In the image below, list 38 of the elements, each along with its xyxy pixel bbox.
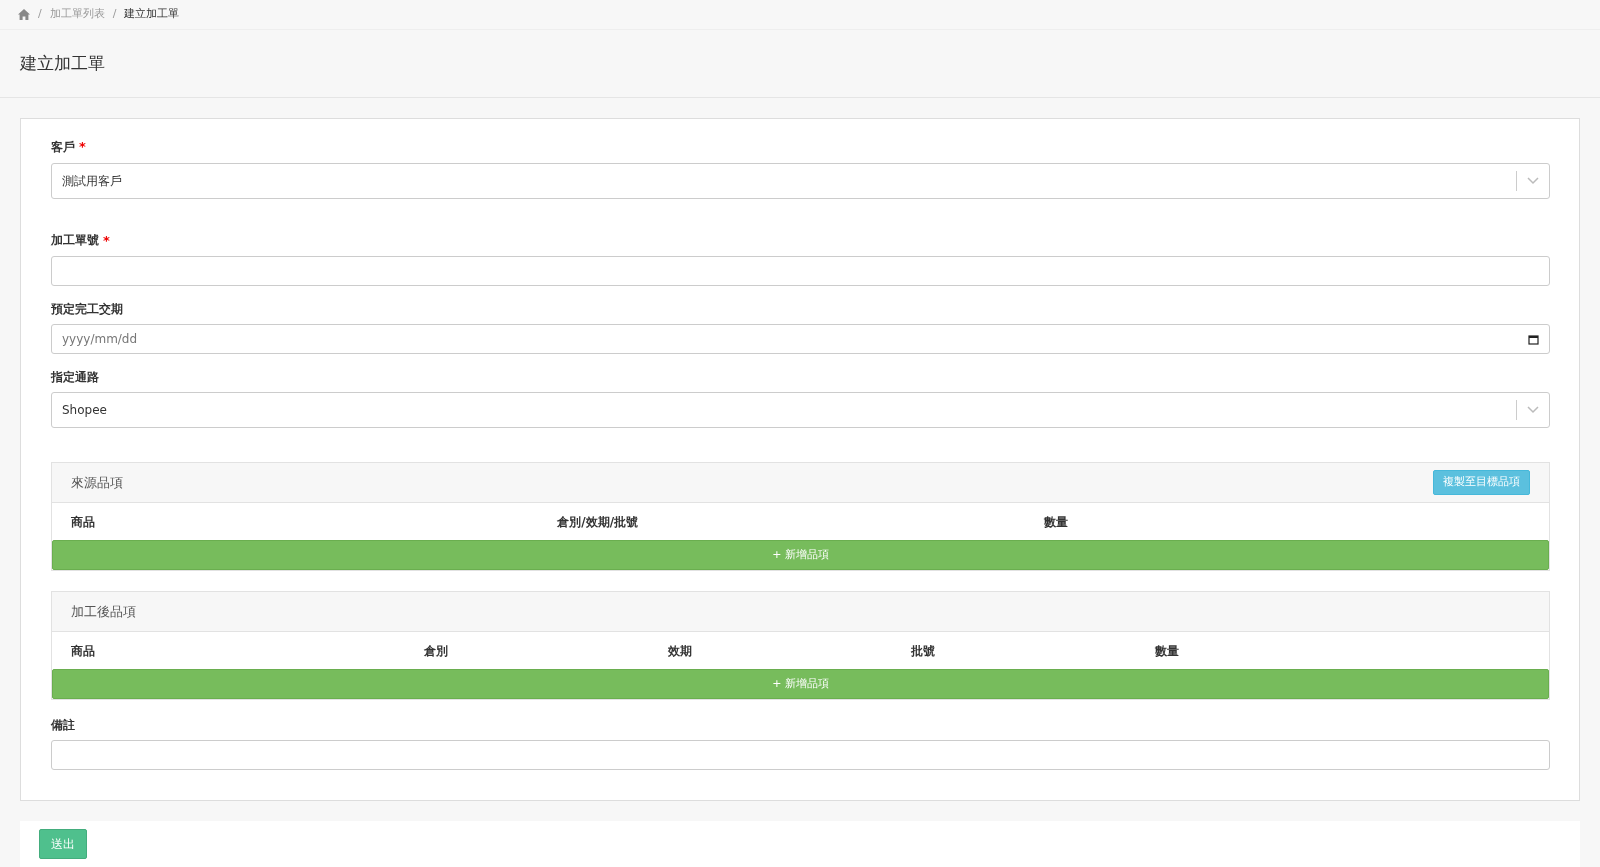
column-header: 批號 [911,642,937,660]
breadcrumb-separator: / [112,6,117,23]
column-header: 倉別/效期/批號 [557,513,640,531]
field-label: 客戶 [51,138,75,156]
add-item-button[interactable]: + 新增品項 [52,669,1549,699]
field-label: 指定通路 [51,369,99,386]
breadcrumb-current: 建立加工單 [124,6,180,23]
select-value: 測試用客戶 [62,172,122,190]
page-title: 建立加工單 [20,53,105,74]
submit-button[interactable]: 送出 [39,829,87,859]
add-item-button[interactable]: + 新增品項 [52,540,1549,570]
date-placeholder: yyyy/mm/dd [62,331,138,348]
column-header: 效期 [667,642,693,660]
column-header: 倉別 [424,642,450,660]
text-field[interactable] [51,256,1550,286]
breadcrumb-separator: / [38,6,42,23]
date-field[interactable]: yyyy/mm/dd [51,324,1550,354]
calendar-icon[interactable] [1528,333,1539,345]
note-field[interactable] [51,740,1550,770]
copy-button[interactable]: 複製至目標品項 [1433,470,1530,495]
chevron-down-icon [1527,406,1539,414]
field-label: 預定完工交期 [51,301,123,318]
required-mark: * [103,231,110,250]
field-label: 加工單號 [51,232,99,250]
select-field[interactable]: Shopee [51,392,1550,428]
field-label: 備註 [51,717,76,734]
required-mark: * [79,138,86,156]
column-header: 數量 [1155,642,1180,660]
select-field[interactable]: 測試用客戶 [51,162,1550,199]
column-header: 數量 [1043,513,1069,531]
select-value: Shopee [62,402,107,419]
column-header: 商品 [71,513,96,531]
column-header: 商品 [71,642,96,660]
panel-title: 來源品項 [71,473,123,492]
breadcrumb-link[interactable]: 加工單列表 [49,6,105,23]
home-icon[interactable] [18,9,30,20]
chevron-down-icon [1527,176,1539,185]
panel-title: 加工後品項 [71,602,136,621]
